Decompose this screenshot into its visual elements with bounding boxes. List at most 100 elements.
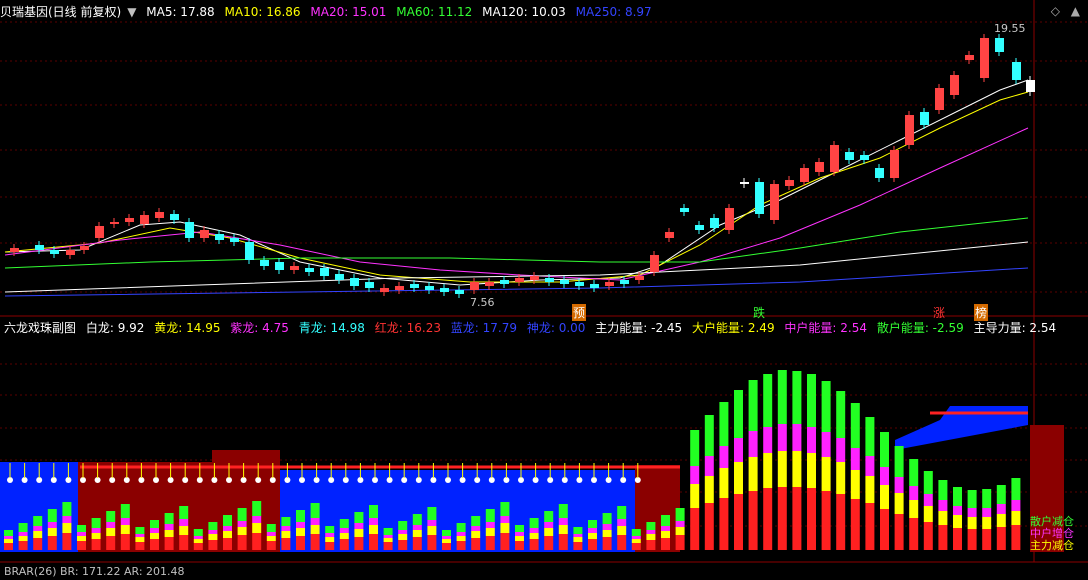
energy-bar-red — [996, 527, 1006, 550]
energy-bar-red — [953, 528, 962, 550]
energy-bar-magenta — [675, 521, 685, 527]
sub-item-11: 散户能量: -2.59 — [876, 321, 964, 335]
energy-bar-red — [18, 541, 28, 550]
energy-bar-green — [880, 432, 889, 467]
energy-bar-yellow — [208, 534, 218, 540]
energy-bar-red — [339, 539, 349, 550]
energy-bar-red — [266, 541, 276, 550]
energy-bar-red — [485, 536, 495, 550]
settings-icon[interactable]: ▼ — [127, 5, 136, 19]
energy-bar-red — [369, 534, 378, 550]
energy-bar-green — [923, 471, 933, 494]
energy-bar-yellow — [266, 536, 276, 541]
energy-bar-yellow — [588, 533, 597, 539]
candle-body — [290, 266, 299, 270]
signal-tag-1: 预 — [572, 304, 587, 321]
energy-bar-magenta — [734, 438, 743, 462]
energy-bar-yellow — [354, 529, 364, 537]
candle-body — [335, 274, 344, 280]
expand-icon[interactable]: ◇ — [1051, 4, 1060, 18]
candle-body — [590, 284, 599, 288]
energy-bar-magenta — [369, 518, 378, 525]
energy-bar-yellow — [398, 534, 408, 540]
energy-bar-yellow — [719, 468, 729, 498]
energy-bar-magenta — [106, 522, 116, 528]
energy-bar-yellow — [33, 531, 43, 538]
energy-bar-red — [880, 509, 889, 550]
candle-body — [1026, 80, 1035, 92]
energy-bar-green — [456, 523, 466, 532]
energy-bar-yellow — [544, 528, 554, 536]
sub-item-3: 紫龙: 4.75 — [230, 321, 289, 335]
candle-body — [185, 222, 194, 238]
chart-title[interactable]: 贝瑞基因(日线 前复权) — [0, 5, 121, 19]
energy-bar-red — [529, 539, 539, 550]
energy-bar-magenta — [325, 533, 335, 537]
candle-body — [845, 152, 854, 160]
energy-bar-green — [193, 529, 203, 536]
energy-bar-red — [821, 491, 831, 550]
energy-bar-green — [281, 517, 291, 526]
energy-bar-magenta — [894, 477, 904, 493]
energy-bar-magenta — [807, 427, 816, 453]
energy-bar-green — [617, 506, 627, 519]
energy-bar-magenta — [996, 504, 1006, 514]
energy-bar-red — [602, 537, 612, 550]
energy-bar-yellow — [485, 528, 495, 536]
energy-bar-green — [515, 525, 524, 532]
candle-body — [695, 225, 704, 230]
energy-bar-red — [120, 534, 130, 550]
energy-bar-magenta — [383, 535, 393, 538]
candle-body — [230, 238, 239, 242]
energy-bar-red — [558, 534, 568, 550]
candle-body — [170, 214, 179, 220]
energy-bar-green — [442, 530, 451, 536]
energy-bar-yellow — [763, 453, 773, 488]
energy-bar-red — [471, 538, 481, 550]
candle-body — [785, 180, 794, 186]
energy-bar-red — [252, 533, 262, 550]
candle-body — [380, 288, 389, 292]
chart-canvas[interactable] — [0, 0, 1088, 572]
energy-bar-red — [836, 494, 846, 550]
energy-bar-green — [471, 516, 481, 526]
energy-bar-red — [631, 543, 641, 550]
energy-bar-magenta — [953, 506, 962, 515]
candle-body — [860, 155, 869, 160]
energy-bar-green — [383, 528, 393, 535]
sub-chart-title[interactable]: 六龙戏珠副图 — [4, 321, 76, 335]
energy-bar-green — [661, 515, 670, 526]
energy-bar-yellow — [164, 530, 174, 537]
candle-body — [680, 208, 689, 212]
energy-bar-yellow — [91, 533, 101, 539]
candle-body — [425, 286, 434, 290]
collapse-icon[interactable]: ▲ — [1071, 4, 1080, 18]
energy-bar-magenta — [631, 536, 641, 539]
candle-body — [110, 222, 119, 224]
energy-bar-green — [33, 516, 43, 526]
candle-body — [665, 232, 674, 238]
candle-body — [66, 250, 75, 255]
candle-body — [320, 268, 329, 276]
energy-bar-green — [150, 520, 159, 528]
energy-bar-green — [77, 525, 86, 532]
energy-bar-yellow — [193, 539, 203, 543]
candle-body — [500, 280, 509, 284]
energy-bar-green — [208, 522, 218, 530]
low-price-label: 7.56 — [470, 296, 495, 309]
energy-bar-green — [223, 515, 232, 526]
energy-bar-magenta — [500, 516, 510, 523]
energy-bar-red — [193, 543, 203, 550]
signal-tag-4: 榜 — [974, 304, 989, 321]
energy-bar-red — [1011, 525, 1021, 550]
energy-bar-yellow — [617, 526, 627, 535]
energy-bar-magenta — [821, 432, 831, 457]
energy-bar-magenta — [296, 522, 305, 528]
energy-bar-yellow — [996, 514, 1006, 527]
energy-bar-magenta — [442, 536, 451, 539]
energy-bar-red — [719, 498, 729, 550]
candle-body — [365, 282, 374, 288]
energy-bar-red — [704, 503, 714, 550]
ma250-label: MA250: 8.97 — [575, 5, 652, 19]
energy-bar-green — [164, 513, 174, 524]
